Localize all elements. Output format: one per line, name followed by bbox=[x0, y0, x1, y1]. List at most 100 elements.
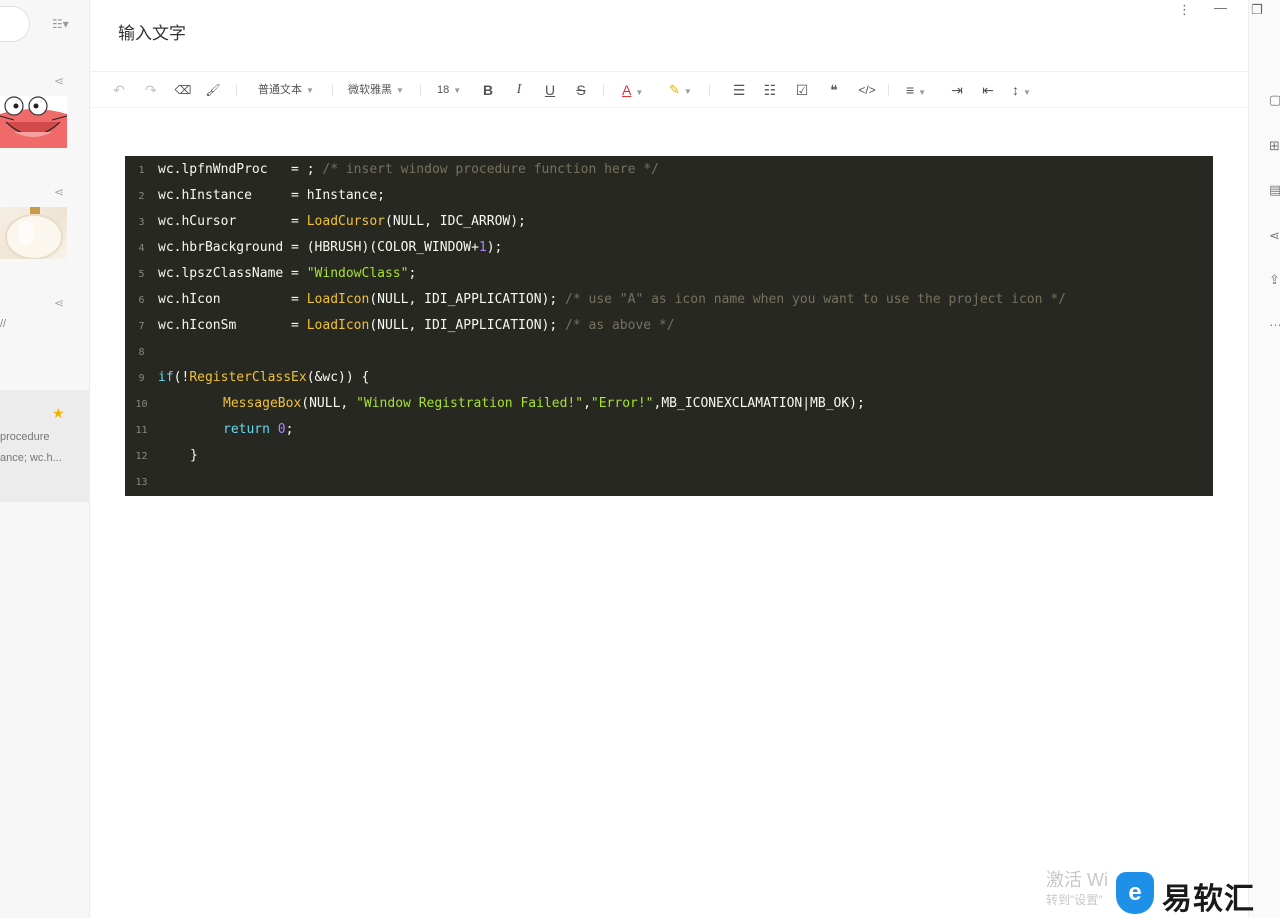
note-thumbnail-perfume[interactable] bbox=[0, 207, 67, 259]
export-icon[interactable]: ⇪ bbox=[1269, 272, 1280, 288]
highlight-dropdown[interactable]: ✎ ▼ bbox=[669, 80, 699, 100]
bullet-list-button[interactable]: ☰ bbox=[730, 80, 748, 100]
edit-icon[interactable]: ▢ bbox=[1269, 92, 1280, 108]
code-line: 6 wc.hIcon = LoadIcon(NULL, IDI_APPLICATI… bbox=[125, 287, 1065, 313]
share-icon[interactable]: ⋖ bbox=[52, 185, 66, 199]
code-text: (NULL, IDC_ARROW); bbox=[385, 214, 526, 229]
code-line: 10 MessageBox(NULL, "Window Registration … bbox=[125, 391, 865, 417]
outdent-button[interactable]: ⇤ bbox=[979, 80, 997, 100]
paragraph-style-label: 普通文本 bbox=[258, 84, 302, 96]
doraemon-thumbnail-image bbox=[0, 96, 67, 148]
code-function: LoadIcon bbox=[306, 318, 370, 333]
format-painter-button[interactable]: 🖌 bbox=[204, 80, 222, 100]
star-icon[interactable]: ★ bbox=[52, 405, 65, 422]
more-horizontal-icon[interactable]: … bbox=[1269, 314, 1280, 329]
code-text: wc.hCursor = bbox=[158, 214, 307, 229]
more-vertical-icon[interactable]: ⋮ bbox=[1178, 2, 1191, 20]
numbered-list-button[interactable]: ☷ bbox=[761, 80, 779, 100]
line-number: 5 bbox=[138, 269, 145, 280]
code-line: 2 wc.hInstance = hInstance; bbox=[125, 183, 385, 209]
note-thumbnail-doraemon[interactable] bbox=[0, 96, 67, 148]
code-text: ,MB_ICONEXCLAMATION|MB_OK); bbox=[653, 396, 865, 411]
line-number: 13 bbox=[135, 477, 148, 488]
code-function: RegisterClassEx bbox=[189, 370, 307, 385]
code-block-button[interactable]: </> bbox=[854, 80, 880, 100]
italic-button[interactable]: I bbox=[510, 80, 528, 100]
font-color-icon: A bbox=[622, 82, 632, 98]
font-color-dropdown[interactable]: A ▼ bbox=[622, 80, 652, 100]
editor-toolbar: ↶ ↷ ⌫ 🖌 普通文本 ▼ 微软雅黑 ▼ 18 ▼ B I U S A ▼ ✎ ▼ ☰ … bbox=[90, 72, 1248, 108]
activation-watermark-line2: 转到"设置" bbox=[1046, 893, 1103, 907]
code-text: (! bbox=[173, 370, 190, 385]
checklist-button[interactable]: ☑ bbox=[793, 80, 811, 100]
minimize-icon[interactable]: — bbox=[1214, 0, 1227, 18]
chevron-down-icon: ▼ bbox=[683, 87, 692, 96]
align-left-icon: ≡ bbox=[906, 82, 915, 98]
share-icon[interactable]: ⋖ bbox=[52, 296, 66, 310]
quote-button[interactable]: ❝ bbox=[825, 80, 843, 100]
share-icon[interactable]: ⋖ bbox=[52, 74, 66, 88]
strikethrough-button[interactable]: S bbox=[572, 80, 590, 100]
activation-watermark-line1: 激活 Wi bbox=[1046, 870, 1108, 890]
chevron-down-icon: ▼ bbox=[453, 86, 462, 95]
note-snippet-fragment: // bbox=[0, 318, 7, 330]
toolbar-separator bbox=[420, 84, 421, 96]
align-dropdown[interactable]: ≡ ▼ bbox=[906, 80, 936, 100]
line-height-dropdown[interactable]: ↕ ▼ bbox=[1012, 80, 1042, 100]
code-number: 0 bbox=[277, 422, 286, 437]
code-text: (NULL, IDI_APPLICATION); bbox=[369, 292, 566, 307]
code-text: wc.lpszClassName = bbox=[158, 266, 307, 281]
line-number: 3 bbox=[138, 217, 145, 228]
brand-logo-icon: e bbox=[1116, 872, 1154, 914]
font-size-label: 18 bbox=[437, 84, 450, 96]
code-block[interactable]: 1 wc.lpfnWndProc = ; /* insert window pro… bbox=[125, 156, 1213, 496]
code-text: ; bbox=[408, 266, 417, 281]
note-preview-line-1: procedure bbox=[0, 431, 50, 443]
toolbar-separator bbox=[236, 84, 237, 96]
font-family-label: 微软雅黑 bbox=[348, 84, 392, 96]
line-number: 1 bbox=[138, 165, 145, 176]
code-line: 13 bbox=[125, 469, 158, 495]
code-comment: /* insert window procedure function here… bbox=[322, 162, 659, 177]
line-number: 8 bbox=[138, 347, 145, 358]
code-string: "Error!" bbox=[590, 396, 654, 411]
chevron-down-icon: ▼ bbox=[396, 86, 404, 95]
search-box[interactable] bbox=[0, 6, 30, 42]
outline-icon[interactable]: ▤ bbox=[1269, 182, 1280, 198]
chevron-down-icon: ▼ bbox=[1023, 88, 1031, 97]
redo-button[interactable]: ↷ bbox=[142, 80, 160, 100]
brand-watermark-text: 易软汇 bbox=[1162, 883, 1255, 916]
code-text: wc.lpfnWndProc = ; bbox=[158, 162, 323, 177]
clear-format-button[interactable]: ⌫ bbox=[174, 80, 192, 100]
indent-button[interactable]: ⇥ bbox=[948, 80, 966, 100]
paragraph-style-dropdown[interactable]: 普通文本 ▼ bbox=[258, 80, 328, 100]
code-keyword: if bbox=[158, 370, 174, 385]
code-string: "Window Registration Failed!" bbox=[356, 396, 584, 411]
code-comment: /* as above */ bbox=[565, 318, 675, 333]
note-list-pane: ☷▾ ⋖ ⋖ ⋖ // ★ procedure ance; wc.h... bbox=[0, 0, 90, 918]
code-line: 5 wc.lpszClassName = "WindowClass"; bbox=[125, 261, 416, 287]
line-number: 4 bbox=[138, 243, 145, 254]
note-title[interactable]: 输入文字 bbox=[118, 19, 186, 44]
template-icon[interactable]: ⊞ bbox=[1269, 138, 1280, 154]
undo-button[interactable]: ↶ bbox=[110, 80, 128, 100]
code-text: wc.hIconSm = bbox=[158, 318, 307, 333]
share-icon[interactable]: ⋖ bbox=[1269, 228, 1280, 244]
highlight-icon: ✎ bbox=[669, 82, 680, 97]
code-line: 11 return 0; bbox=[125, 417, 293, 443]
bold-button[interactable]: B bbox=[479, 80, 497, 100]
code-text: wc.hInstance = hInstance; bbox=[158, 188, 385, 203]
code-text: } bbox=[190, 448, 198, 463]
restore-icon[interactable]: ❐ bbox=[1251, 2, 1263, 20]
code-line: 1 wc.lpfnWndProc = ; /* insert window pro… bbox=[125, 157, 659, 183]
list-view-toggle-icon[interactable]: ☷▾ bbox=[52, 16, 76, 32]
line-number: 9 bbox=[138, 373, 145, 384]
font-size-dropdown[interactable]: 18 ▼ bbox=[437, 80, 471, 100]
right-toolbar: ▢ ⊞ ▤ ⋖ ⇪ … bbox=[1248, 0, 1280, 918]
underline-button[interactable]: U bbox=[541, 80, 559, 100]
note-list-item-active[interactable] bbox=[0, 390, 89, 502]
app-window: ☷▾ ⋖ ⋖ ⋖ // ★ procedure ance; wc.h... 输入… bbox=[0, 0, 1280, 918]
code-keyword: return bbox=[223, 422, 270, 437]
font-family-dropdown[interactable]: 微软雅黑 ▼ bbox=[348, 80, 418, 100]
chevron-down-icon: ▼ bbox=[918, 88, 927, 97]
